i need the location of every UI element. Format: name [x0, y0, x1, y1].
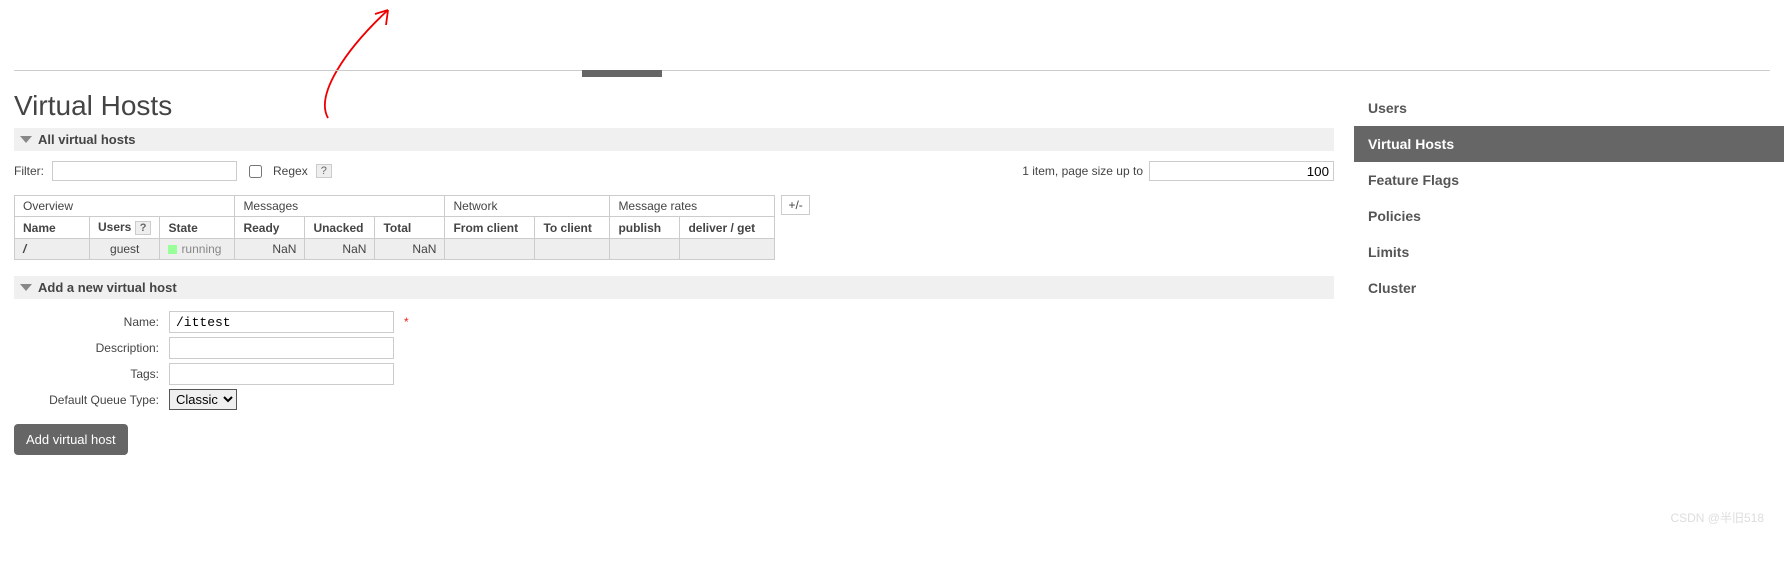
group-overview: Overview: [15, 196, 235, 217]
col-state[interactable]: State: [160, 217, 235, 239]
pager-text: 1 item, page size up to: [1022, 164, 1143, 178]
sidebar-item-feature-flags[interactable]: Feature Flags: [1354, 162, 1784, 198]
state-running-icon: [168, 245, 177, 254]
vhost-table: Overview Messages Network Message rates …: [14, 195, 775, 260]
watermark: CSDN @半旧518: [1670, 509, 1764, 526]
sidebar-item-limits[interactable]: Limits: [1354, 234, 1784, 270]
col-publish[interactable]: publish: [610, 217, 680, 239]
cell-unacked: NaN: [305, 239, 375, 260]
users-help[interactable]: ?: [135, 221, 152, 235]
col-total[interactable]: Total: [375, 217, 445, 239]
chevron-down-icon: [20, 136, 32, 143]
col-unacked[interactable]: Unacked: [305, 217, 375, 239]
section-add-label: Add a new virtual host: [38, 280, 177, 295]
required-mark: *: [404, 315, 409, 329]
admin-sidebar: Users Virtual Hosts Feature Flags Polici…: [1354, 90, 1784, 306]
description-label: Description:: [14, 341, 159, 355]
col-deliver-get[interactable]: deliver / get: [680, 217, 775, 239]
filter-label: Filter:: [14, 164, 44, 178]
cell-name[interactable]: /: [15, 239, 90, 260]
default-queue-type-select[interactable]: Classic: [169, 389, 237, 410]
col-users: Users ?: [90, 217, 160, 239]
top-divider: [14, 70, 1770, 78]
add-vhost-button[interactable]: Add virtual host: [14, 424, 128, 455]
section-all-vhosts[interactable]: All virtual hosts: [14, 128, 1334, 151]
sidebar-item-cluster[interactable]: Cluster: [1354, 270, 1784, 306]
filter-input[interactable]: [52, 161, 237, 181]
tags-label: Tags:: [14, 367, 159, 381]
group-messages: Messages: [235, 196, 445, 217]
regex-label: Regex: [273, 164, 308, 178]
vhost-description-input[interactable]: [169, 337, 394, 359]
cell-ready: NaN: [235, 239, 305, 260]
name-label: Name:: [14, 315, 159, 329]
sidebar-item-users[interactable]: Users: [1354, 90, 1784, 126]
cell-state: running: [160, 239, 235, 260]
cell-users: guest: [90, 239, 160, 260]
regex-checkbox[interactable]: [249, 165, 262, 178]
cell-to-client: [535, 239, 610, 260]
table-row[interactable]: / guest running NaN NaN NaN: [15, 239, 775, 260]
cell-publish: [610, 239, 680, 260]
group-rates: Message rates: [610, 196, 775, 217]
chevron-down-icon: [20, 284, 32, 291]
section-add-vhost[interactable]: Add a new virtual host: [14, 276, 1334, 299]
top-divider-mark: [582, 70, 662, 77]
col-ready[interactable]: Ready: [235, 217, 305, 239]
cell-from-client: [445, 239, 535, 260]
vhost-tags-input[interactable]: [169, 363, 394, 385]
cell-deliver-get: [680, 239, 775, 260]
regex-help[interactable]: ?: [316, 164, 332, 178]
section-all-label: All virtual hosts: [38, 132, 136, 147]
page-size-input[interactable]: [1149, 161, 1334, 181]
vhost-name-input[interactable]: [169, 311, 394, 333]
col-name[interactable]: Name: [15, 217, 90, 239]
columns-toggle[interactable]: +/-: [781, 195, 809, 215]
col-from-client[interactable]: From client: [445, 217, 535, 239]
col-to-client[interactable]: To client: [535, 217, 610, 239]
group-network: Network: [445, 196, 610, 217]
sidebar-item-virtual-hosts[interactable]: Virtual Hosts: [1354, 126, 1784, 162]
dqt-label: Default Queue Type:: [14, 393, 159, 407]
sidebar-item-policies[interactable]: Policies: [1354, 198, 1784, 234]
page-title: Virtual Hosts: [14, 90, 1334, 122]
cell-total: NaN: [375, 239, 445, 260]
